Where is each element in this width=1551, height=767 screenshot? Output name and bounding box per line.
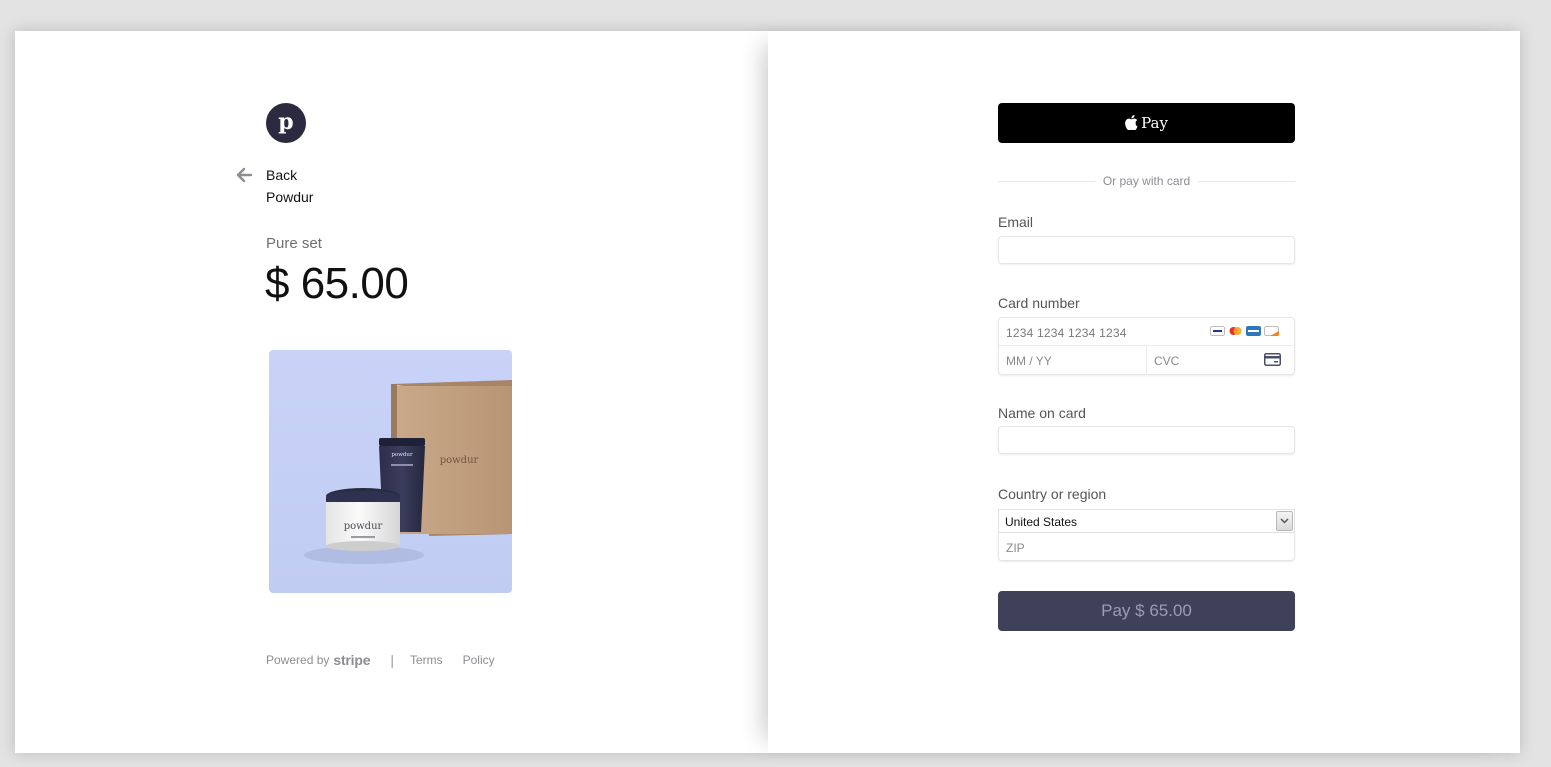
country-select[interactable]: United States	[998, 509, 1295, 533]
tube-brand-text: powdur	[391, 452, 413, 458]
mastercard-icon	[1229, 327, 1242, 335]
zip-input[interactable]: ZIP	[998, 533, 1295, 561]
order-summary-pane: p Back Powdur Pure set $ 65.00 powdur po…	[15, 31, 768, 753]
country-label: Country or region	[998, 486, 1107, 502]
discover-icon	[1264, 326, 1279, 336]
merchant-logo-letter: p	[278, 108, 294, 135]
powered-by-text: Powered by	[266, 653, 330, 667]
expiry-input[interactable]: MM / YY	[999, 346, 1147, 374]
cvc-input[interactable]: CVC	[1147, 346, 1294, 374]
card-number-placeholder: 1234 1234 1234 1234	[1006, 326, 1127, 340]
cvc-card-icon	[1264, 353, 1281, 366]
footer-separator: |	[390, 652, 394, 668]
stripe-logo[interactable]: stripe	[333, 652, 370, 668]
back-arrow-icon[interactable]	[235, 166, 253, 184]
terms-link[interactable]: Terms	[410, 653, 443, 667]
email-input[interactable]	[998, 236, 1295, 264]
apple-pay-button[interactable]: Pay	[998, 103, 1295, 143]
merchant-name: Powdur	[266, 189, 314, 205]
product-name: Pure set	[266, 235, 322, 252]
country-value: United States	[1005, 515, 1078, 529]
cvc-placeholder: CVC	[1154, 354, 1180, 368]
name-on-card-label: Name on card	[998, 405, 1086, 421]
checkout-window: p Back Powdur Pure set $ 65.00 powdur po…	[15, 31, 1520, 753]
policy-link[interactable]: Policy	[463, 653, 495, 667]
card-number-input[interactable]: 1234 1234 1234 1234	[999, 318, 1294, 346]
jar-brand-text: powdur	[344, 521, 383, 532]
card-input-group: 1234 1234 1234 1234 MM / YY CVC	[998, 317, 1295, 375]
email-label: Email	[998, 214, 1034, 230]
product-price: $ 65.00	[265, 259, 409, 308]
zip-placeholder: ZIP	[1006, 541, 1025, 555]
footer: Powered by stripe | Terms Policy	[266, 652, 515, 668]
apple-pay-label: Pay	[1141, 114, 1168, 132]
payment-pane: Pay Or pay with card Email Card number 1…	[768, 31, 1520, 753]
expiry-placeholder: MM / YY	[1006, 354, 1052, 368]
card-brands	[1210, 326, 1279, 336]
back-link[interactable]: Back	[266, 167, 297, 183]
chevron-down-icon[interactable]	[1276, 511, 1293, 531]
product-image: powdur powdur powdur	[269, 350, 512, 593]
visa-icon	[1210, 326, 1225, 336]
box-brand-text: powdur	[440, 455, 479, 466]
card-number-label: Card number	[998, 295, 1080, 311]
apple-icon	[1125, 114, 1138, 130]
pay-divider: Or pay with card	[998, 174, 1295, 188]
merchant-logo: p	[266, 103, 306, 143]
name-on-card-input[interactable]	[998, 426, 1295, 454]
pay-button[interactable]: Pay $ 65.00	[998, 591, 1295, 631]
amex-icon	[1246, 326, 1261, 336]
divider-text: Or pay with card	[1102, 174, 1191, 188]
